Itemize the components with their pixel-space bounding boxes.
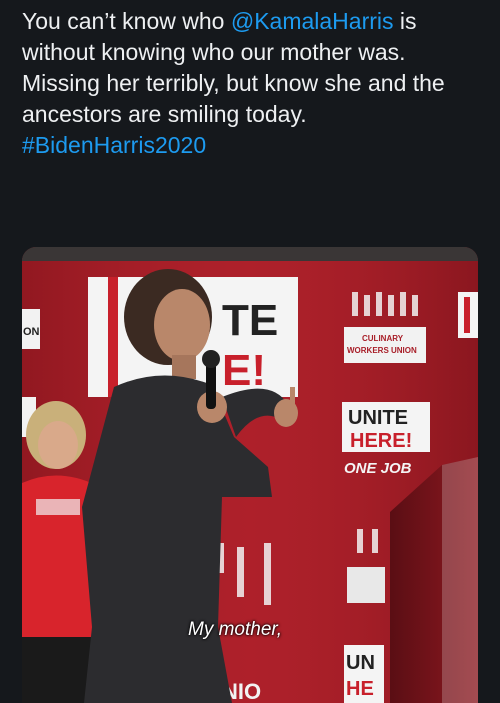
bottom-right-line1: UN	[346, 652, 375, 674]
one-job-text: ONE JOB	[344, 460, 412, 477]
tweet-text: You can’t know who @KamalaHarris is with…	[22, 6, 488, 161]
mention-link[interactable]: @KamalaHarris	[231, 8, 394, 34]
tweet-text-part1: You can’t know who	[22, 8, 231, 34]
left-edge-sign-text: ON	[23, 326, 40, 338]
right-sign-line2: HERE!	[350, 430, 412, 452]
big-sign-line1: TE	[222, 296, 278, 345]
video-caption: My mother,	[188, 619, 282, 640]
culinary-line1: CULINARY	[362, 334, 404, 343]
hashtag-link[interactable]: #BidenHarris2020	[22, 132, 206, 158]
bottom-right-line2: HE	[346, 678, 374, 700]
big-sign-line2: E!	[222, 346, 266, 395]
culinary-union-sign: CULINARY WORKERS UNION	[344, 327, 426, 363]
culinary-line2: WORKERS UNION	[347, 346, 417, 355]
video-media[interactable]: ON TE E! CULINARY WORKERS UNION UNITE HE…	[22, 247, 478, 703]
right-sign-line1: UNITE	[348, 407, 408, 429]
